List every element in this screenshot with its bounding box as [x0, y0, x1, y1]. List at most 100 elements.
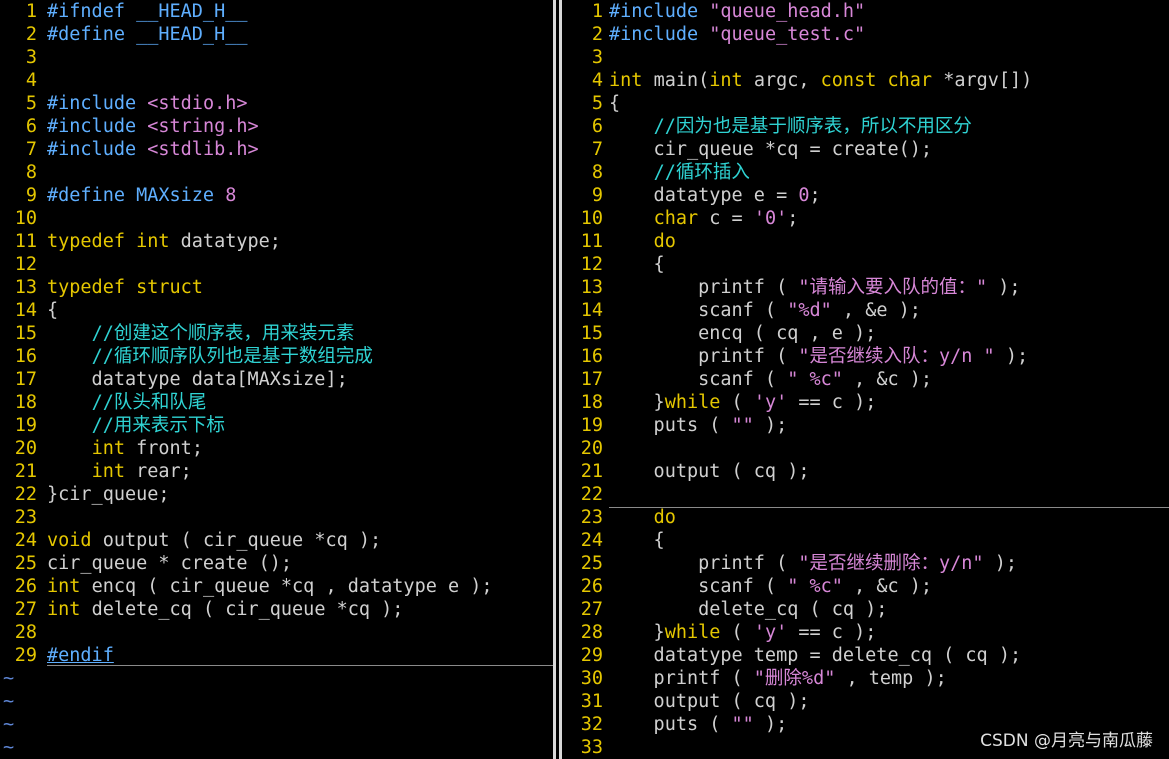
code-text: int encq ( cir_queue *cq , datatype e );: [47, 575, 493, 598]
code-line[interactable]: 12 {: [566, 253, 1169, 276]
editor-pane-left[interactable]: 1 #ifndef __HEAD_H__ 2 #define __HEAD_H__ 3 4…: [0, 0, 553, 759]
code-line[interactable]: 1 #include "queue_head.h": [566, 0, 1169, 23]
line-number: 4: [591, 70, 603, 91]
code-line[interactable]: 15 //创建这个顺序表，用来装元素: [0, 322, 553, 345]
code-text: //队头和队尾: [47, 391, 207, 414]
code-token: //用来表示下标: [91, 415, 225, 436]
code-token: //队头和队尾: [91, 392, 207, 413]
code-line[interactable]: 11 do: [566, 230, 1169, 253]
code-line[interactable]: 9 #define MAXsize 8: [0, 184, 553, 207]
line-number: 25: [14, 553, 37, 574]
code-line[interactable]: 8: [0, 161, 553, 184]
code-text: //循环插入: [609, 161, 750, 184]
code-line[interactable]: 30 printf ( "删除%d" , temp );: [566, 667, 1169, 690]
code-line[interactable]: 28: [0, 621, 553, 644]
code-line[interactable]: 29 #endif: [0, 644, 553, 667]
code-token: <stdlib.h>: [147, 139, 259, 160]
code-line[interactable]: 7 cir_queue *cq = create();: [566, 138, 1169, 161]
code-line[interactable]: 20: [566, 437, 1169, 460]
code-line[interactable]: 7 #include <stdlib.h>: [0, 138, 553, 161]
code-line[interactable]: 29 datatype temp = delete_cq ( cq );: [566, 644, 1169, 667]
code-token: "是否继续删除：y/n": [798, 553, 984, 574]
code-line[interactable]: 21 int rear;: [0, 460, 553, 483]
code-line[interactable]: 6 #include <string.h>: [0, 115, 553, 138]
code-line[interactable]: 17 scanf ( " %c" , &c );: [566, 368, 1169, 391]
code-line[interactable]: 23 do: [566, 506, 1169, 529]
code-text: {: [47, 299, 58, 322]
code-line[interactable]: 14 scanf ( "%d" , &e );: [566, 299, 1169, 322]
line-number: 8: [25, 162, 37, 183]
code-line[interactable]: 17 datatype data[MAXsize];: [0, 368, 553, 391]
code-line[interactable]: 14 {: [0, 299, 553, 322]
empty-line-tilde: ~: [3, 668, 15, 689]
code-line[interactable]: 10 char c = '0';: [566, 207, 1169, 230]
code-line[interactable]: 25 printf ( "是否继续删除：y/n" );: [566, 552, 1169, 575]
code-line[interactable]: 25 cir_queue * create ();: [0, 552, 553, 575]
code-line[interactable]: 26 int encq ( cir_queue *cq , datatype e …: [0, 575, 553, 598]
code-line[interactable]: 24 void output ( cir_queue *cq );: [0, 529, 553, 552]
code-line[interactable]: 20 int front;: [0, 437, 553, 460]
line-number: 22: [580, 484, 603, 505]
code-token: datatype data[MAXsize];: [47, 369, 348, 390]
code-token: {: [609, 93, 621, 114]
split-divider-left[interactable]: [553, 0, 556, 759]
watermark: CSDN @月亮与南瓜藤: [980, 731, 1153, 751]
code-line[interactable]: 16 printf ( "是否继续入队：y/n " );: [566, 345, 1169, 368]
line-number: 12: [14, 254, 37, 275]
code-line[interactable]: 31 output ( cq );: [566, 690, 1169, 713]
code-line[interactable]: 3: [0, 46, 553, 69]
code-line[interactable]: 21 output ( cq );: [566, 460, 1169, 483]
code-line[interactable]: 4 int main(int argc, const char *argv[]): [566, 69, 1169, 92]
code-line[interactable]: 5 #include <stdio.h>: [0, 92, 553, 115]
code-token: );: [994, 346, 1029, 367]
code-line[interactable]: 13 typedef struct: [0, 276, 553, 299]
line-number: 16: [14, 346, 37, 367]
code-line[interactable]: 11 typedef int datatype;: [0, 230, 553, 253]
code-line[interactable]: 19 //用来表示下标: [0, 414, 553, 437]
code-line[interactable]: 3: [566, 46, 1169, 69]
code-token: #include: [47, 139, 148, 160]
code-line[interactable]: 19 puts ( "" );: [566, 414, 1169, 437]
code-text: #include "queue_head.h": [609, 0, 865, 23]
code-line[interactable]: 16 //循环顺序队列也是基于数组完成: [0, 345, 553, 368]
code-line[interactable]: 6 //因为也是基于顺序表，所以不用区分: [566, 115, 1169, 138]
code-token: encq ( cir_queue *cq , datatype e );: [91, 576, 493, 597]
code-line[interactable]: 23: [0, 506, 553, 529]
code-token: int: [91, 438, 137, 459]
code-token: argc,: [753, 70, 821, 91]
code-token: printf (: [609, 668, 754, 689]
editor-pane-right[interactable]: 1 #include "queue_head.h" 2 #include "queue…: [566, 0, 1169, 759]
code-line[interactable]: 9 datatype e = 0;: [566, 184, 1169, 207]
code-line[interactable]: 2 #include "queue_test.c": [566, 23, 1169, 46]
code-line[interactable]: 8 //循环插入: [566, 161, 1169, 184]
code-line[interactable]: 27 delete_cq ( cq );: [566, 598, 1169, 621]
code-line[interactable]: 24 {: [566, 529, 1169, 552]
code-text: scanf ( " %c" , &c );: [609, 575, 932, 598]
code-line[interactable]: 15 encq ( cq , e );: [566, 322, 1169, 345]
code-line[interactable]: 18 }while ( 'y' == c );: [566, 391, 1169, 414]
code-token: , &c );: [842, 576, 933, 597]
code-text: {: [609, 529, 665, 552]
code-token: front;: [136, 438, 203, 459]
code-token: 0: [798, 185, 810, 206]
code-line[interactable]: 2 #define __HEAD_H__: [0, 23, 553, 46]
code-line[interactable]: 13 printf ( "请输入要入队的值：" );: [566, 276, 1169, 299]
code-line[interactable]: 4: [0, 69, 553, 92]
split-divider-right[interactable]: [559, 0, 562, 759]
code-token: c =: [709, 208, 754, 229]
code-line[interactable]: 22}cir_queue;: [0, 483, 553, 506]
line-number: 18: [14, 392, 37, 413]
code-line[interactable]: 5{: [566, 92, 1169, 115]
line-number: 3: [591, 47, 603, 68]
code-line[interactable]: 10: [0, 207, 553, 230]
code-line[interactable]: 1 #ifndef __HEAD_H__: [0, 0, 553, 23]
code-line[interactable]: 22: [566, 483, 1169, 506]
code-line[interactable]: 28 }while ( 'y' == c );: [566, 621, 1169, 644]
code-line[interactable]: 27 int delete_cq ( cir_queue *cq );: [0, 598, 553, 621]
code-text: typedef int datatype;: [47, 230, 281, 253]
code-line[interactable]: 12: [0, 253, 553, 276]
code-line[interactable]: 18 //队头和队尾: [0, 391, 553, 414]
code-line[interactable]: 26 scanf ( " %c" , &c );: [566, 575, 1169, 598]
